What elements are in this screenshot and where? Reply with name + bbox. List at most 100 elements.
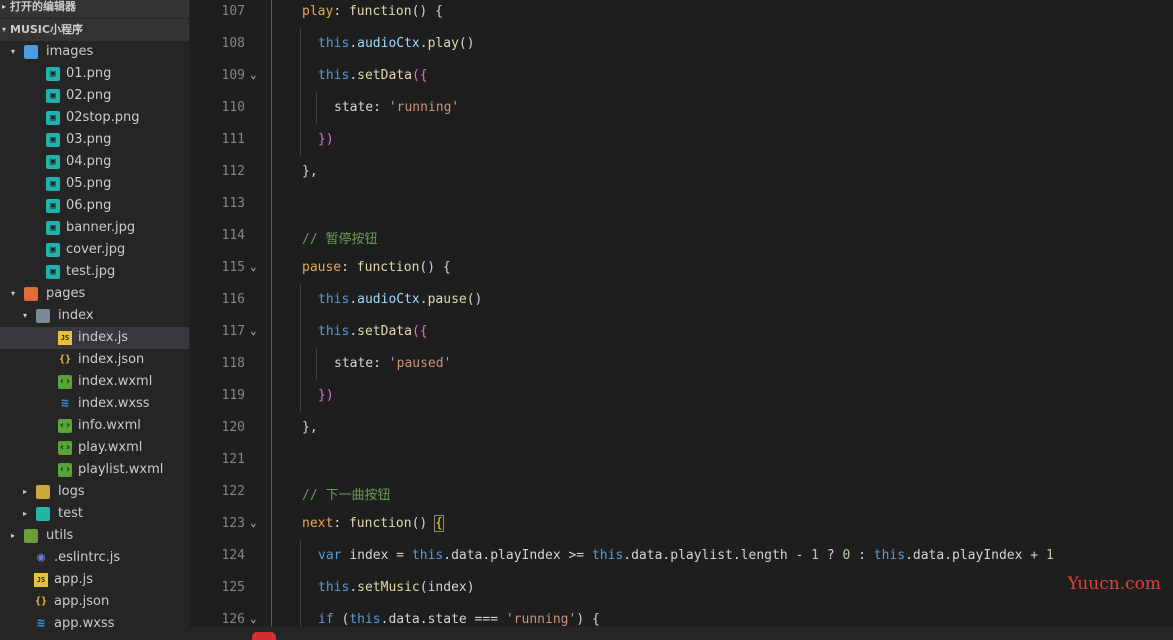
code-token: .data.playIndex: [905, 548, 1031, 563]
tree-item[interactable]: ▣ 02stop.png: [0, 107, 189, 129]
code-token: setData: [357, 324, 412, 339]
code-token: (): [411, 516, 436, 531]
tree-item-label: test: [58, 506, 83, 521]
open-editors-header[interactable]: ▸ 打开的编辑器: [0, 0, 189, 18]
code-token: audioCtx: [357, 36, 420, 51]
code-token: play: [427, 36, 459, 51]
code-line[interactable]: pause: function() {: [302, 260, 451, 275]
tree-item[interactable]: ≋ index.wxss: [0, 393, 189, 415]
code-token: .data.playlist.length: [623, 548, 796, 563]
tree-item[interactable]: ▾ index: [0, 305, 189, 327]
code-token: () {: [419, 260, 451, 275]
indent-guide: [300, 60, 301, 92]
tree-item-label: index.wxml: [78, 374, 153, 389]
css-file-icon: ≋: [37, 616, 45, 631]
tree-item[interactable]: ◉ .eslintrc.js: [0, 547, 189, 569]
tree-item[interactable]: ▸ test: [0, 503, 189, 525]
chevron-down-icon[interactable]: ▾: [8, 283, 18, 305]
code-line[interactable]: },: [302, 420, 318, 435]
tree-item[interactable]: ▣ test.jpg: [0, 261, 189, 283]
indent-guide: [271, 0, 272, 638]
code-token: (): [466, 292, 483, 307]
tree-item[interactable]: ≋ app.wxss: [0, 613, 189, 635]
chevron-right-icon: ▸: [2, 2, 7, 11]
chevron-right-icon[interactable]: ▸: [8, 525, 18, 547]
wxml-file-icon: ‹›: [58, 463, 72, 477]
tree-item[interactable]: JS app.js: [0, 569, 189, 591]
code-token: ({: [411, 324, 428, 339]
code-line[interactable]: }): [318, 388, 334, 403]
code-line[interactable]: var index = this.data.playIndex >= this.…: [318, 548, 1054, 563]
tree-item[interactable]: ▣ 03.png: [0, 129, 189, 151]
code-line[interactable]: state: 'paused': [334, 356, 451, 371]
fold-chevron-icon[interactable]: ⌄: [250, 324, 257, 337]
tree-item[interactable]: ▣ 02.png: [0, 85, 189, 107]
fold-chevron-icon[interactable]: ⌄: [250, 516, 257, 529]
fold-chevron-icon[interactable]: ⌄: [250, 612, 257, 625]
fold-chevron-icon[interactable]: ⌄: [250, 68, 257, 81]
tree-item[interactable]: {} app.json: [0, 591, 189, 613]
code-token: :: [341, 260, 357, 275]
folder-icon: [24, 45, 38, 59]
tree-item[interactable]: ▾ pages: [0, 283, 189, 305]
code-line[interactable]: this.setMusic(index): [318, 580, 475, 595]
tree-item[interactable]: {} index.json: [0, 349, 189, 371]
tree-item-label: index.js: [78, 330, 129, 345]
tree-item[interactable]: ▾ images: [0, 41, 189, 63]
tree-item[interactable]: ▣ banner.jpg: [0, 217, 189, 239]
tree-item[interactable]: ▸ utils: [0, 525, 189, 547]
code-line[interactable]: if (this.data.state === 'running') {: [318, 612, 600, 627]
chevron-down-icon[interactable]: ▾: [20, 305, 30, 327]
project-header[interactable]: ▾ MUSIC小程序: [0, 19, 189, 41]
tree-item[interactable]: ▣ cover.jpg: [0, 239, 189, 261]
error-badge-icon: [252, 632, 276, 640]
code-line[interactable]: this.setData({: [318, 324, 428, 339]
tree-item[interactable]: ‹› play.wxml: [0, 437, 189, 459]
code-line[interactable]: play: function() {: [302, 4, 443, 19]
code-token: .: [349, 324, 358, 339]
code-token: (index): [419, 580, 475, 595]
indent-guide: [300, 316, 301, 348]
chevron-right-icon[interactable]: ▸: [20, 481, 30, 503]
tree-item[interactable]: ‹› index.wxml: [0, 371, 189, 393]
tree-item[interactable]: ‹› playlist.wxml: [0, 459, 189, 481]
tree-item[interactable]: ▣ 04.png: [0, 151, 189, 173]
code-token: ({: [411, 68, 428, 83]
tree-item[interactable]: ▣ 01.png: [0, 63, 189, 85]
code-line[interactable]: },: [302, 164, 318, 179]
line-number: 123: [221, 516, 245, 531]
line-number: 121: [221, 452, 245, 467]
tree-item[interactable]: JS index.js: [0, 327, 189, 349]
tree-item[interactable]: ▣ 06.png: [0, 195, 189, 217]
code-editor[interactable]: 107 play: function() {108 this.audioCtx.pl…: [190, 0, 1173, 638]
code-token: this: [349, 612, 381, 627]
code-token: .: [349, 580, 358, 595]
line-number: 118: [221, 356, 245, 371]
indent-guide: [300, 572, 301, 604]
eslint-file-icon: ◉: [37, 550, 45, 565]
line-number: 125: [221, 580, 245, 595]
code-line[interactable]: this.audioCtx.play(): [318, 36, 475, 51]
image-file-icon: ▣: [46, 111, 60, 125]
code-line[interactable]: this.setData({: [318, 68, 428, 83]
tree-item-label: cover.jpg: [66, 242, 126, 257]
chevron-down-icon[interactable]: ▾: [8, 41, 18, 63]
code-token: index: [349, 548, 397, 563]
code-line[interactable]: // 下一曲按钮: [302, 484, 390, 503]
code-line[interactable]: state: 'running': [334, 100, 459, 115]
image-file-icon: ▣: [46, 67, 60, 81]
code-token: pause: [427, 292, 467, 307]
code-line[interactable]: // 暂停按钮: [302, 228, 377, 247]
folder-icon: [36, 485, 50, 499]
tree-item[interactable]: ▸ logs: [0, 481, 189, 503]
line-number: 117: [221, 324, 245, 339]
code-token: () {: [411, 4, 443, 19]
code-token: // 下一曲按钮: [302, 488, 391, 503]
code-line[interactable]: next: function() {: [302, 515, 444, 532]
fold-chevron-icon[interactable]: ⌄: [250, 260, 257, 273]
code-line[interactable]: this.audioCtx.pause(): [318, 292, 482, 307]
tree-item[interactable]: ‹› info.wxml: [0, 415, 189, 437]
chevron-right-icon[interactable]: ▸: [20, 503, 30, 525]
code-line[interactable]: }): [318, 132, 334, 147]
tree-item[interactable]: ▣ 05.png: [0, 173, 189, 195]
